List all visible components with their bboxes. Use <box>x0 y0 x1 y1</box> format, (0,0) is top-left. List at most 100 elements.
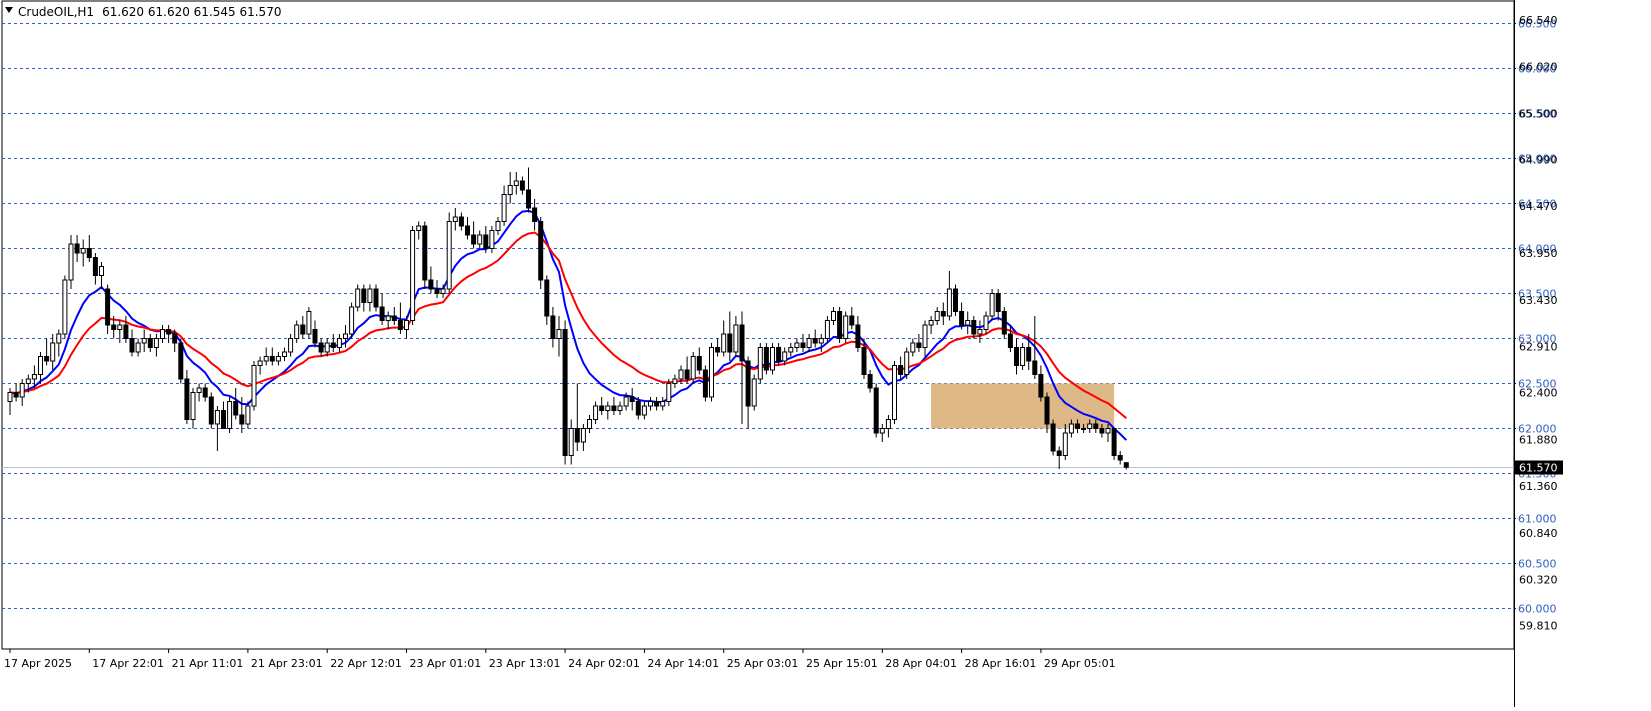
candle-body-bull <box>587 419 592 429</box>
candle-body-bear <box>1032 360 1038 375</box>
candle-body-bear <box>147 338 153 348</box>
candle <box>1001 307 1007 339</box>
triangle-down-icon[interactable] <box>5 7 13 13</box>
candle-body-bull <box>56 333 62 344</box>
candle-body-bear <box>1093 423 1099 429</box>
candle-body-bull <box>1087 423 1093 429</box>
candle <box>373 284 379 312</box>
candle <box>605 401 611 420</box>
candle-body-bear <box>1117 455 1123 461</box>
candle <box>794 338 800 352</box>
candle <box>80 239 86 267</box>
candle-body-bull <box>336 338 342 348</box>
candle <box>1014 338 1019 375</box>
candle <box>910 338 916 357</box>
candle <box>160 325 165 343</box>
candle <box>428 266 434 294</box>
candle <box>263 347 269 366</box>
candle <box>1062 424 1068 460</box>
candle-body-bull <box>904 351 910 375</box>
candle <box>867 370 873 393</box>
candle <box>526 167 531 213</box>
candle <box>684 356 690 384</box>
candle-body-bull <box>190 392 196 420</box>
candle-body-bull <box>1020 347 1026 366</box>
candle-body-bear <box>1014 347 1019 366</box>
candle-body-bull <box>440 288 446 294</box>
candle <box>1123 462 1129 470</box>
candle <box>1050 419 1056 456</box>
candle-body-bear <box>1007 333 1013 348</box>
price-axis-label: 60.840 <box>1519 527 1558 540</box>
chart-canvas[interactable]: 60.00060.50061.00061.50062.00062.50063.0… <box>0 0 1651 707</box>
candle-body-bear <box>123 324 129 339</box>
candle-body-bear <box>13 392 19 398</box>
candle <box>135 338 141 357</box>
candle-body-bull <box>709 347 714 398</box>
candle-body-bull <box>892 365 897 420</box>
candle <box>934 307 940 325</box>
candle-body-bull <box>648 401 653 407</box>
candle <box>818 334 824 352</box>
candle <box>178 338 184 384</box>
candle <box>599 397 605 415</box>
candle <box>562 320 568 465</box>
candle <box>330 334 336 352</box>
candle-body-bull <box>160 329 165 339</box>
candle-body-bear <box>239 414 245 425</box>
candle <box>800 334 806 352</box>
candle <box>227 397 233 433</box>
candle-body-bear <box>208 396 214 425</box>
candle-body-bull <box>770 347 775 371</box>
price-chart[interactable]: 60.00060.50061.00061.50062.00062.50063.0… <box>0 0 1651 707</box>
candle <box>1020 343 1026 370</box>
candle <box>202 383 208 402</box>
price-axis-label: 66.020 <box>1519 61 1558 74</box>
candle <box>7 388 13 415</box>
candle-body-bull <box>227 401 233 429</box>
candle <box>141 329 147 352</box>
candle <box>306 307 312 339</box>
candle-body-bear <box>867 374 873 389</box>
candle <box>580 424 586 451</box>
candle <box>117 320 123 343</box>
candle-body-bear <box>873 387 879 434</box>
price-axis-label: 65.500 <box>1519 108 1558 121</box>
candle-body-bear <box>916 342 922 348</box>
candle <box>92 253 98 285</box>
candle-body-bull <box>721 333 727 353</box>
supply-zone-rectangle[interactable] <box>931 383 1115 429</box>
candle <box>672 374 678 388</box>
candle-body-bull <box>507 185 513 195</box>
candle-body-bear <box>330 342 336 348</box>
candle-body-bear <box>1099 428 1105 434</box>
candle-body-bear <box>1026 347 1032 362</box>
candle-body-bear <box>684 369 690 380</box>
price-grid-label: 60.500 <box>1518 558 1557 571</box>
candle-body-bull <box>257 360 263 366</box>
candle-body-bull <box>489 230 495 249</box>
candle <box>648 397 653 411</box>
candle-body-bull <box>977 329 983 335</box>
candle <box>928 316 934 334</box>
candle-body-bear <box>221 410 226 429</box>
candle <box>257 356 263 375</box>
candle-body-bear <box>44 356 50 362</box>
candle <box>916 334 922 352</box>
candle-body-bear <box>379 306 385 321</box>
candle-body-bull <box>946 288 952 317</box>
candle <box>56 329 62 357</box>
candle-body-bull <box>672 378 678 384</box>
candle <box>940 302 946 325</box>
price-axis-label: 61.360 <box>1519 480 1558 493</box>
candle <box>221 401 226 429</box>
candle <box>568 419 574 465</box>
candle-body-bear <box>391 315 397 321</box>
candle-body-bull <box>1062 432 1068 456</box>
candle-body-bear <box>1075 423 1080 429</box>
candle <box>269 347 275 366</box>
candle <box>129 329 135 357</box>
candle <box>892 361 897 424</box>
candle <box>147 334 153 352</box>
candle-body-bull <box>666 383 672 402</box>
